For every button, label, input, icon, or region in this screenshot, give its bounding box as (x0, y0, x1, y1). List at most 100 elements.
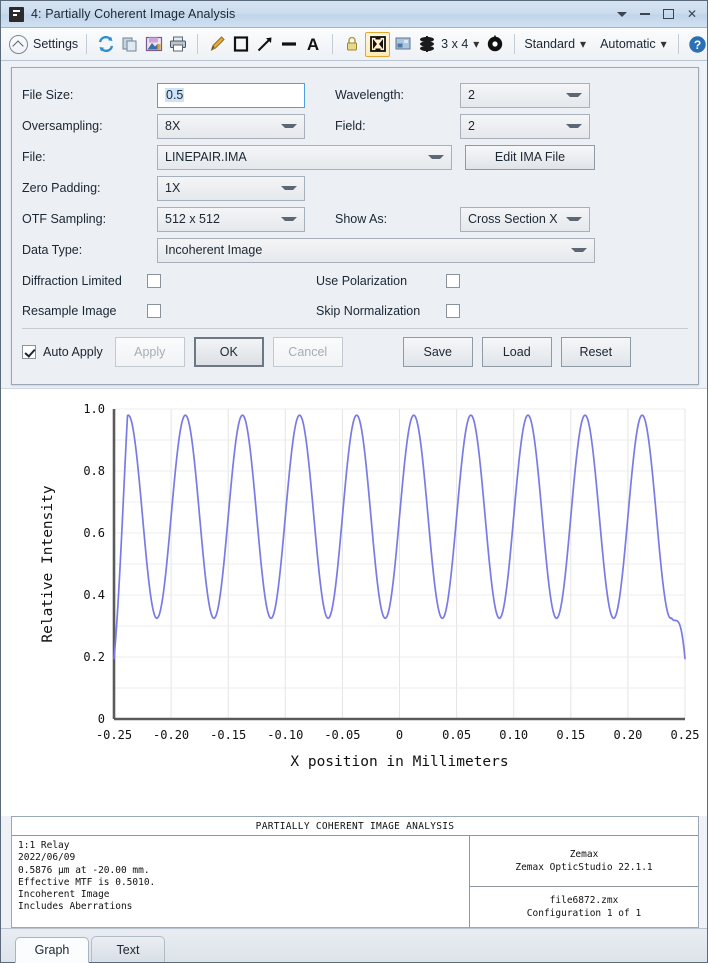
diffraction-limited-checkbox[interactable] (147, 274, 161, 288)
footer-line: 0.5876 µm at -20.00 mm. (18, 865, 469, 877)
scale-dropdown-icon[interactable]: ▾ (661, 37, 667, 51)
copy-icon[interactable] (119, 33, 141, 55)
chevron-down-icon (566, 124, 582, 128)
settings-button-bar: Auto Apply Apply OK Cancel Save Load Res… (22, 335, 688, 369)
svg-text:0.20: 0.20 (613, 728, 642, 742)
svg-text:-0.15: -0.15 (210, 728, 246, 742)
footer-line: 2022/06/09 (18, 852, 469, 864)
data-type-value: Incoherent Image (165, 243, 565, 257)
chevron-up-icon (9, 35, 28, 54)
svg-text:0.10: 0.10 (499, 728, 528, 742)
footer-line: Incoherent Image (18, 889, 469, 901)
load-button[interactable]: Load (482, 337, 552, 367)
svg-text:0: 0 (396, 728, 403, 742)
minimize-icon[interactable] (640, 13, 650, 14)
footer-vendor-block: Zemax Zemax OpticStudio 22.1.1 (470, 836, 698, 887)
svg-text:0.05: 0.05 (442, 728, 471, 742)
app-icon (9, 7, 24, 22)
target-icon[interactable] (484, 33, 506, 55)
use-polarization-label: Use Polarization (316, 274, 446, 288)
use-polarization-checkbox[interactable] (446, 274, 460, 288)
save-button[interactable]: Save (403, 337, 473, 367)
svg-text:X position in Millimeters: X position in Millimeters (290, 754, 508, 770)
footer-vendor-name: Zemax (570, 848, 599, 861)
file-select[interactable]: LINEPAIR.IMA (157, 145, 452, 170)
layers-icon[interactable] (416, 33, 438, 55)
data-type-select[interactable]: Incoherent Image (157, 238, 595, 263)
footer-right-text: Zemax Zemax OpticStudio 22.1.1 file6872.… (469, 836, 698, 927)
svg-text:0.15: 0.15 (556, 728, 585, 742)
svg-text:0.25: 0.25 (671, 728, 700, 742)
svg-text:0: 0 (98, 712, 105, 726)
divider (22, 328, 688, 329)
tab-text[interactable]: Text (91, 936, 165, 962)
lock-icon[interactable] (341, 33, 363, 55)
resample-image-label: Resample Image (22, 304, 147, 318)
grid-dropdown-icon[interactable]: ▾ (473, 37, 479, 51)
chevron-down-icon (281, 186, 297, 190)
settings-toggle[interactable]: Settings (7, 35, 78, 54)
row-otf-sampling: OTF Sampling: 512 x 512 Show As: Cross S… (22, 204, 688, 234)
tab-graph[interactable]: Graph (15, 937, 89, 963)
row-file-size: File Size: 0.5 Wavelength: 2 (22, 80, 688, 110)
style-label[interactable]: Standard (523, 37, 576, 51)
apply-button[interactable]: Apply (115, 337, 185, 367)
ok-button[interactable]: OK (194, 337, 264, 367)
field-select[interactable]: 2 (460, 114, 590, 139)
row-checkbox-2: Resample Image Skip Normalization (22, 296, 688, 325)
line-icon[interactable] (278, 33, 300, 55)
maximize-icon[interactable] (663, 9, 674, 19)
svg-text:?: ? (694, 38, 701, 52)
auto-apply-label: Auto Apply (43, 345, 103, 359)
scale-label[interactable]: Automatic (599, 37, 657, 51)
footer-body: 1:1 Relay 2022/06/09 0.5876 µm at -20.00… (12, 836, 698, 927)
divider (197, 34, 198, 54)
field-value: 2 (468, 119, 560, 133)
footer-line: Effective MTF is 0.5010. (18, 877, 469, 889)
text-A-icon[interactable]: A (302, 33, 324, 55)
row-zero-padding: Zero Padding: 1X (22, 173, 688, 203)
chevron-down-icon (566, 217, 582, 221)
svg-text:A: A (307, 35, 319, 53)
svg-text:0.6: 0.6 (83, 526, 105, 540)
analysis-window: 4: Partially Coherent Image Analysis ✕ S… (0, 0, 708, 963)
window-dropdown-icon[interactable] (617, 12, 627, 17)
help-icon[interactable]: ? (687, 33, 708, 55)
window-controls: ✕ (617, 8, 701, 20)
diffraction-limited-label: Diffraction Limited (22, 274, 147, 288)
image-icon[interactable] (392, 33, 414, 55)
refresh-icon[interactable] (95, 33, 117, 55)
data-type-label: Data Type: (22, 243, 157, 257)
oversampling-select[interactable]: 8X (157, 114, 305, 139)
show-as-select[interactable]: Cross Section X (460, 207, 590, 232)
save-icon[interactable] (143, 33, 165, 55)
pencil-icon[interactable] (206, 33, 228, 55)
arrow-icon[interactable] (254, 33, 276, 55)
auto-apply-checkbox[interactable] (22, 345, 36, 359)
style-dropdown-icon[interactable]: ▾ (580, 37, 586, 51)
print-icon[interactable] (167, 33, 189, 55)
divider (514, 34, 515, 54)
grid-size-label[interactable]: 3 x 4 (440, 37, 469, 51)
close-icon[interactable]: ✕ (687, 8, 697, 20)
file-size-input[interactable]: 0.5 (157, 83, 305, 108)
settings-panel: File Size: 0.5 Wavelength: 2 Oversamplin… (11, 67, 699, 385)
skip-normalization-checkbox[interactable] (446, 304, 460, 318)
chevron-down-icon (281, 217, 297, 221)
wavelength-select[interactable]: 2 (460, 83, 590, 108)
zero-padding-select[interactable]: 1X (157, 176, 305, 201)
footer-file-name: file6872.zmx (550, 894, 619, 907)
reset-button[interactable]: Reset (561, 337, 631, 367)
image-analysis-chart: 00.20.40.60.81.0-0.25-0.20-0.15-0.10-0.0… (1, 389, 707, 793)
edit-ima-file-button[interactable]: Edit IMA File (465, 145, 595, 170)
resample-image-checkbox[interactable] (147, 304, 161, 318)
otf-sampling-select[interactable]: 512 x 512 (157, 207, 305, 232)
divider (86, 34, 87, 54)
zero-padding-value: 1X (165, 181, 275, 195)
fit-window-icon[interactable] (365, 32, 390, 57)
toolbar: Settings (1, 28, 707, 61)
file-size-label: File Size: (22, 88, 157, 102)
cancel-button[interactable]: Cancel (273, 337, 343, 367)
rectangle-icon[interactable] (230, 33, 252, 55)
chart-panel: 00.20.40.60.81.0-0.25-0.20-0.15-0.10-0.0… (1, 388, 707, 816)
